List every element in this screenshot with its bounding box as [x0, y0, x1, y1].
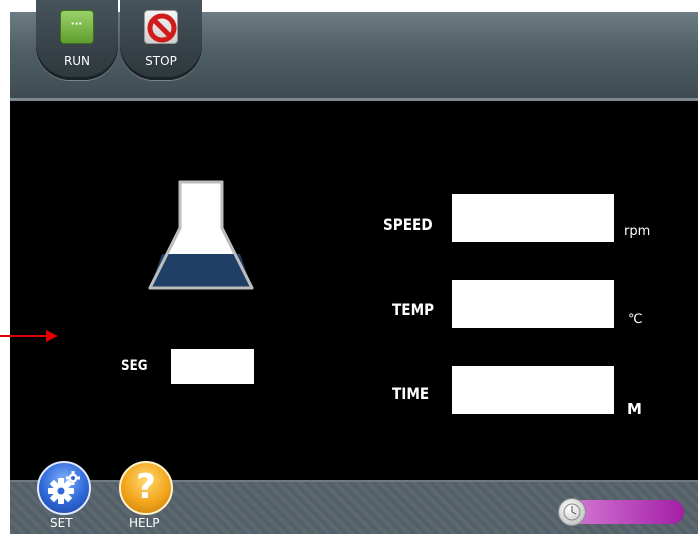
speed-field[interactable]: [452, 194, 614, 242]
stop-button[interactable]: STOP: [120, 0, 202, 80]
speed-unit: rpm: [624, 224, 651, 239]
help-label: HELP: [129, 516, 160, 530]
stop-label: STOP: [145, 54, 177, 68]
run-label: RUN: [63, 54, 91, 68]
set-button[interactable]: [37, 461, 91, 515]
time-field[interactable]: [452, 366, 614, 414]
run-button[interactable]: RUN: [36, 0, 118, 80]
time-unit: M: [627, 400, 642, 418]
clock-icon[interactable]: [558, 498, 586, 526]
arrow-indicator-icon: [46, 330, 58, 342]
run-icon: [60, 10, 94, 44]
slider-knob-face: [563, 503, 581, 521]
temp-field[interactable]: [452, 280, 614, 328]
temp-unit: ℃: [628, 312, 643, 327]
time-label: TIME: [392, 384, 430, 403]
help-button[interactable]: [119, 461, 173, 515]
arrow-indicator-line: [0, 335, 50, 337]
stop-icon: [144, 10, 178, 44]
stop-symbol-icon: [147, 13, 177, 43]
seg-label: SEG: [121, 358, 148, 374]
set-label: SET: [50, 516, 73, 530]
gear-icon: [48, 471, 80, 504]
temp-label: TEMP: [392, 300, 435, 319]
flask-icon: [148, 180, 254, 290]
seg-field[interactable]: [171, 349, 254, 384]
speed-label: SPEED: [383, 215, 433, 234]
